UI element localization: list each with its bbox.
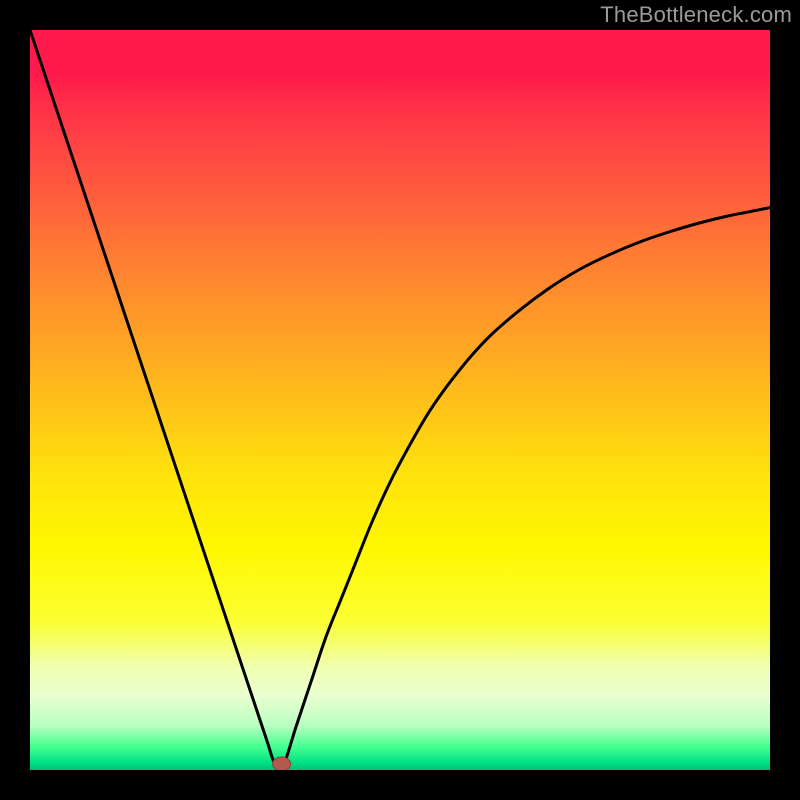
- bottleneck-curve: [30, 30, 770, 770]
- curve-layer: [30, 30, 770, 770]
- minimum-marker: [273, 757, 291, 770]
- watermark-label: TheBottleneck.com: [600, 2, 792, 28]
- chart-frame: TheBottleneck.com: [0, 0, 800, 800]
- plot-area: [30, 30, 770, 770]
